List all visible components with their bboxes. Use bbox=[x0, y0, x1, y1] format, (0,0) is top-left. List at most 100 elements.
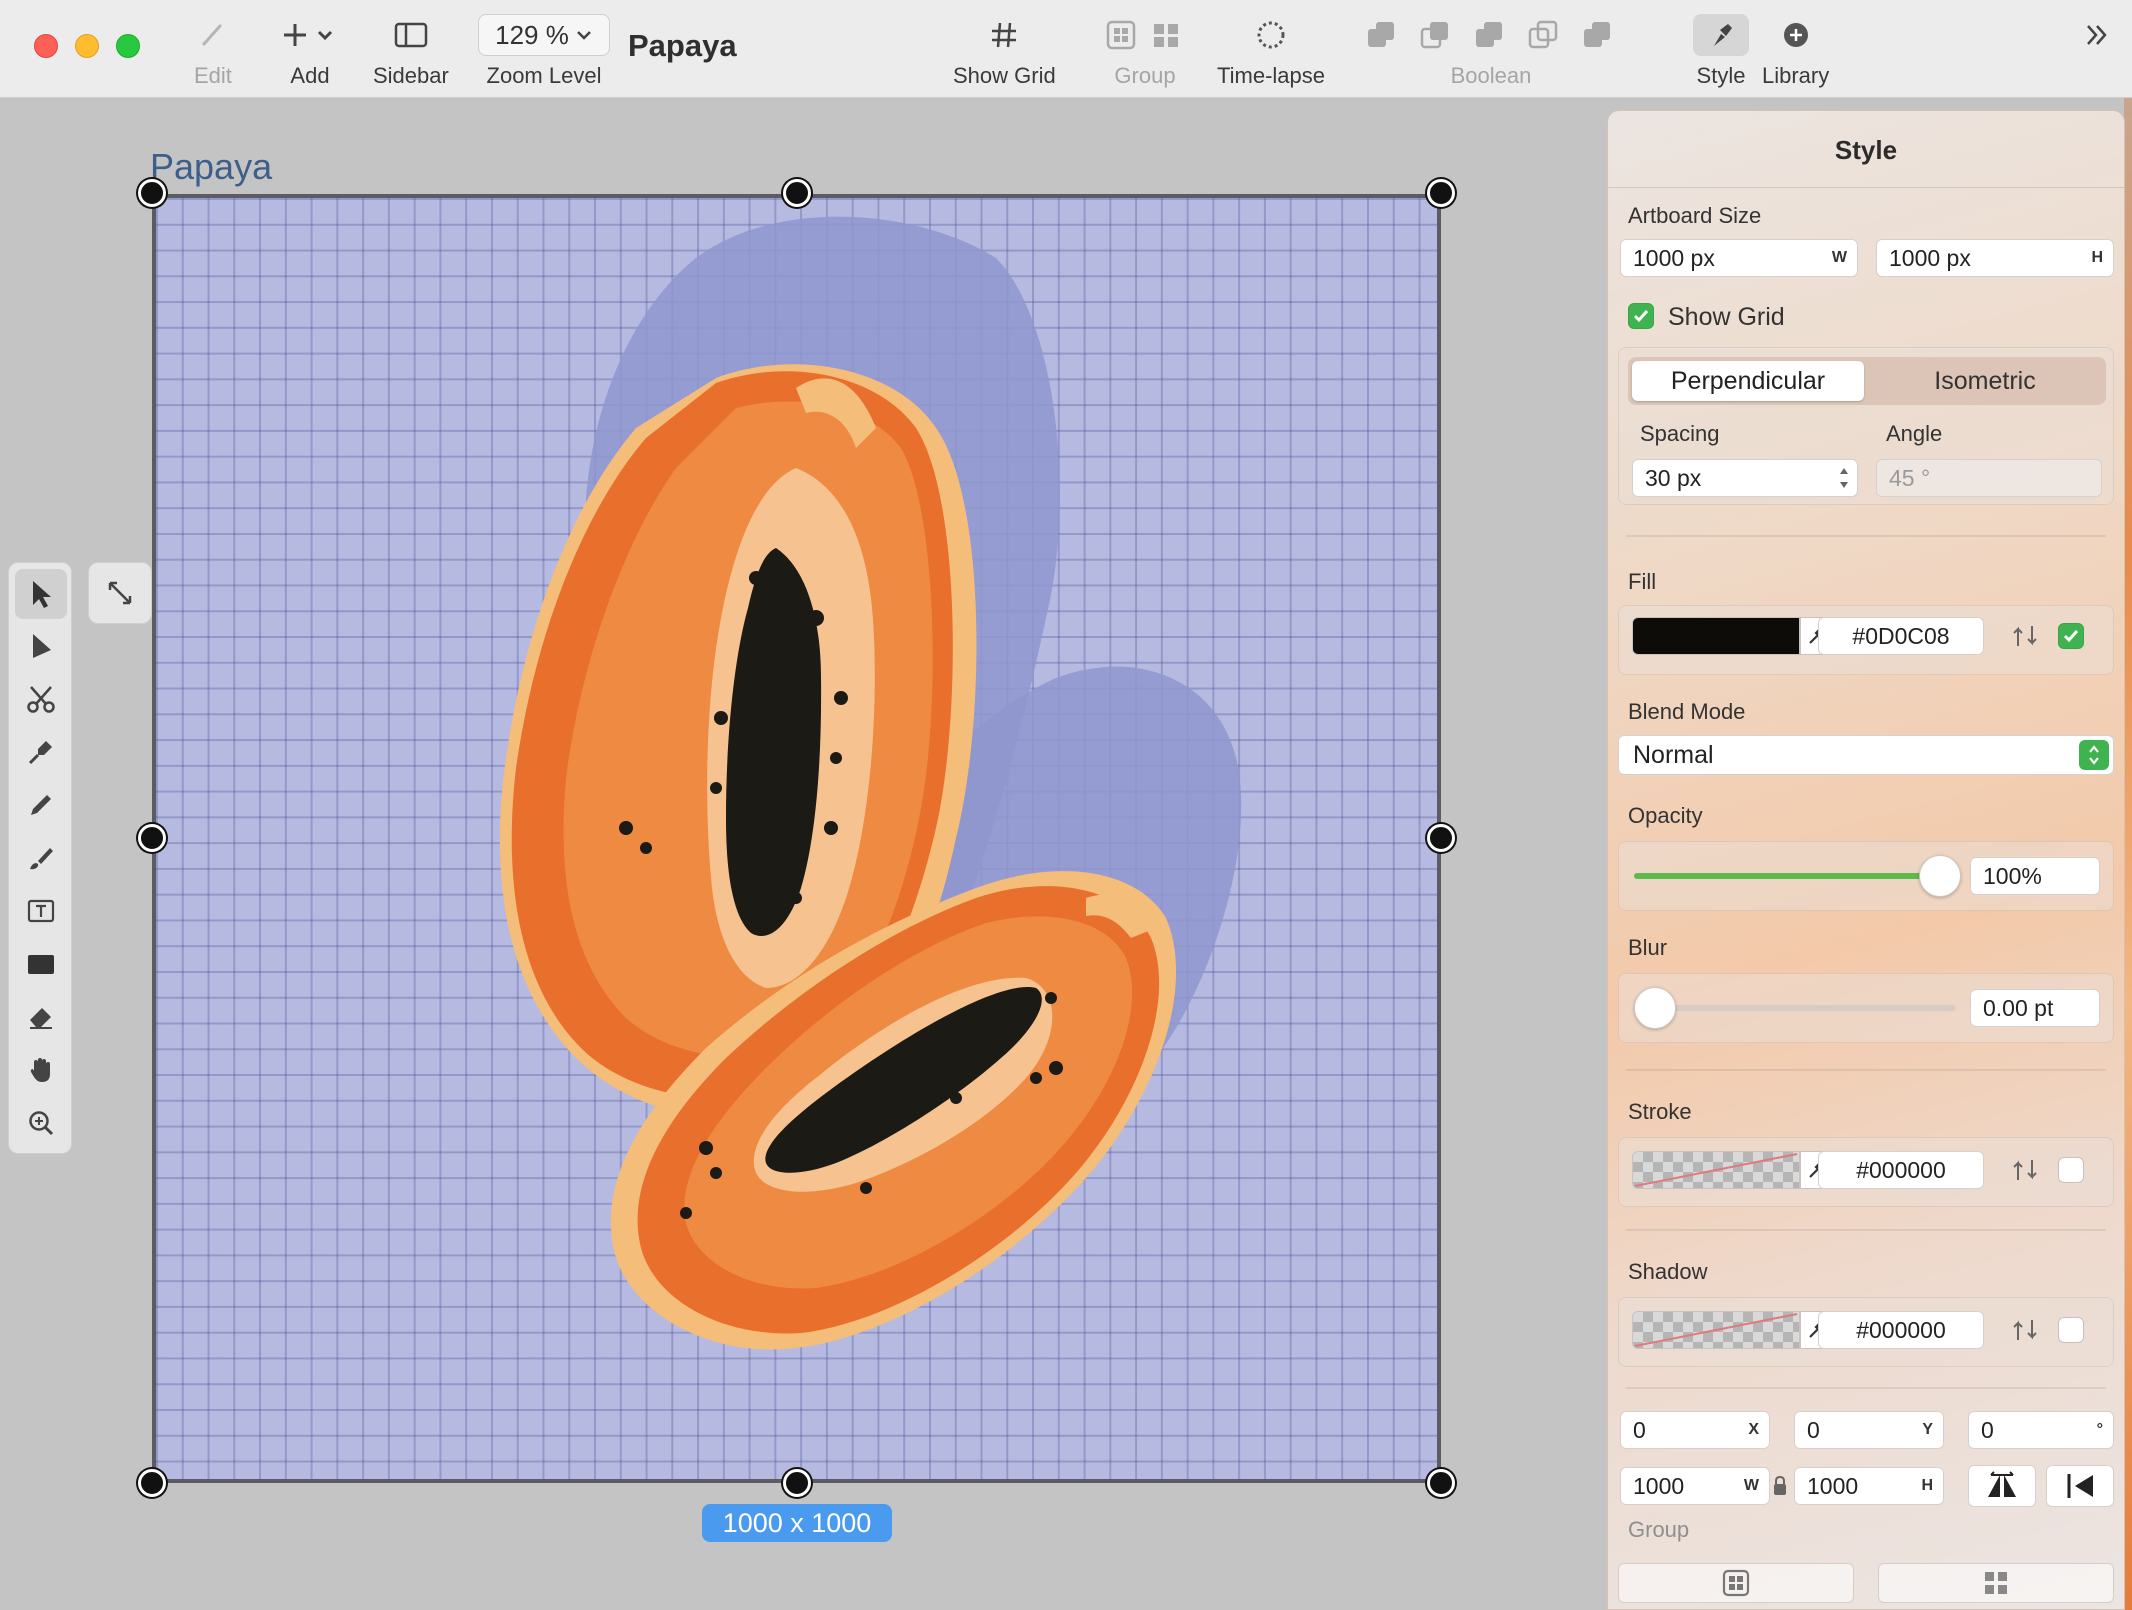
timelapse-icon bbox=[1255, 14, 1287, 56]
rectangle-tool[interactable] bbox=[9, 939, 73, 989]
eraser-icon bbox=[30, 1008, 52, 1029]
show-grid-checkbox[interactable] bbox=[1628, 303, 1654, 329]
resize-handle-right[interactable] bbox=[1427, 824, 1455, 852]
style-button[interactable]: Style bbox=[1693, 14, 1749, 89]
flip-horizontal-button[interactable] bbox=[1968, 1465, 2036, 1507]
artboard[interactable] bbox=[152, 194, 1441, 1483]
lock-icon[interactable] bbox=[1772, 1475, 1788, 1497]
swap-colors-icon[interactable] bbox=[2010, 621, 2040, 651]
isometric-option[interactable]: Isometric bbox=[1868, 361, 2102, 401]
blend-mode-select[interactable]: Normal bbox=[1618, 735, 2114, 775]
select-tool[interactable] bbox=[15, 569, 67, 619]
checkmark-icon bbox=[2063, 630, 2079, 643]
rotation-field[interactable]: 0 ° bbox=[1968, 1411, 2114, 1449]
zoom-level-control[interactable]: 129 % Zoom Level bbox=[478, 14, 610, 89]
fill-color-swatch[interactable] bbox=[1632, 617, 1800, 655]
position-x-field[interactable]: 0 X bbox=[1620, 1411, 1770, 1449]
plus-circle-icon bbox=[1781, 14, 1811, 56]
stepper-arrows-icon[interactable] bbox=[1837, 463, 1851, 493]
group-button[interactable]: Group bbox=[1106, 14, 1184, 89]
edit-button[interactable]: Edit bbox=[194, 14, 232, 89]
fill-label: Fill bbox=[1628, 569, 1657, 594]
pencil-tool[interactable] bbox=[9, 780, 73, 830]
resize-handle-bottom[interactable] bbox=[783, 1469, 811, 1497]
shadow-enabled-checkbox[interactable] bbox=[2058, 1317, 2084, 1343]
overflow-chevron-icon[interactable] bbox=[2082, 20, 2112, 55]
artboard-name-label[interactable]: Papaya bbox=[150, 146, 272, 188]
swap-colors-icon[interactable] bbox=[2010, 1155, 2040, 1185]
blur-slider-track[interactable] bbox=[1634, 1005, 1956, 1011]
swap-colors-icon[interactable] bbox=[2010, 1315, 2040, 1345]
sidebar-icon bbox=[394, 14, 428, 56]
hand-icon bbox=[30, 1058, 50, 1082]
text-icon bbox=[27, 899, 55, 923]
resize-handle-bottom-right[interactable] bbox=[1427, 1469, 1455, 1497]
eraser-tool[interactable] bbox=[9, 992, 73, 1042]
position-y-field[interactable]: 0 Y bbox=[1794, 1411, 1944, 1449]
resize-handle-top-left[interactable] bbox=[138, 179, 166, 207]
resize-handle-left[interactable] bbox=[138, 824, 166, 852]
hand-tool[interactable] bbox=[9, 1045, 73, 1095]
blur-value-field[interactable]: 0.00 pt bbox=[1970, 989, 2100, 1027]
flip-horizontal-icon bbox=[1988, 1471, 2016, 1497]
grid-type-segmented-control: Perpendicular Isometric bbox=[1628, 357, 2106, 405]
opacity-value-field[interactable]: 100% bbox=[1970, 857, 2100, 895]
text-tool[interactable] bbox=[9, 886, 73, 936]
boolean-ops-icon bbox=[1366, 14, 1616, 56]
shadow-color-swatch[interactable] bbox=[1632, 1311, 1800, 1349]
grid-angle-field: 45 ° bbox=[1876, 459, 2102, 497]
flip-vertical-button[interactable] bbox=[2046, 1465, 2114, 1507]
opacity-slider-track[interactable] bbox=[1634, 873, 1942, 879]
expand-canvas-button[interactable] bbox=[88, 562, 152, 624]
resize-handle-top-right[interactable] bbox=[1427, 179, 1455, 207]
opacity-label: Opacity bbox=[1628, 803, 1703, 828]
fullscreen-window-button[interactable] bbox=[116, 34, 140, 58]
show-grid-label: Show Grid bbox=[1668, 303, 1785, 331]
stroke-enabled-checkbox[interactable] bbox=[2058, 1157, 2084, 1183]
minimize-window-button[interactable] bbox=[75, 34, 99, 58]
group-objects-button[interactable] bbox=[1618, 1563, 1854, 1603]
artboard-width-field[interactable]: 1000 px W bbox=[1620, 239, 1858, 277]
stroke-label: Stroke bbox=[1628, 1099, 1692, 1124]
resize-handle-top[interactable] bbox=[783, 179, 811, 207]
zoom-tool[interactable] bbox=[9, 1098, 73, 1148]
timelapse-button[interactable]: Time-lapse bbox=[1217, 14, 1325, 89]
artboard-size-badge: 1000 x 1000 bbox=[702, 1504, 892, 1542]
style-panel: Style Artboard Size 1000 px W 1000 px H … bbox=[1607, 110, 2125, 1610]
pencil-icon bbox=[31, 795, 51, 815]
artboard-height-field[interactable]: 1000 px H bbox=[1876, 239, 2114, 277]
add-button[interactable]: Add bbox=[283, 14, 337, 89]
resize-handle-bottom-left[interactable] bbox=[138, 1469, 166, 1497]
size-width-field[interactable]: 1000 W bbox=[1620, 1467, 1770, 1505]
zoom-level-dropdown[interactable]: 129 % bbox=[478, 14, 610, 56]
library-button[interactable]: Library bbox=[1762, 14, 1829, 89]
fill-enabled-checkbox[interactable] bbox=[2058, 623, 2084, 649]
stroke-hex-field[interactable]: #000000 bbox=[1818, 1151, 1984, 1189]
blur-slider-knob[interactable] bbox=[1634, 987, 1676, 1029]
show-grid-button[interactable]: Show Grid bbox=[953, 14, 1056, 89]
close-window-button[interactable] bbox=[34, 34, 58, 58]
toolbar: Edit Add Sidebar 129 % Zoom Level Papaya… bbox=[0, 0, 2132, 98]
background-window-edge bbox=[2124, 98, 2132, 1610]
stroke-color-swatch[interactable] bbox=[1632, 1151, 1800, 1189]
pen-tool[interactable] bbox=[9, 727, 73, 777]
perpendicular-option[interactable]: Perpendicular bbox=[1632, 361, 1864, 401]
size-height-field[interactable]: 1000 H bbox=[1794, 1467, 1944, 1505]
chevron-down-icon bbox=[576, 31, 591, 40]
sidebar-button[interactable]: Sidebar bbox=[373, 14, 449, 89]
select-stepper-icon bbox=[2079, 740, 2109, 770]
shadow-hex-field[interactable]: #000000 bbox=[1818, 1311, 1984, 1349]
group-icon bbox=[1106, 14, 1184, 56]
boolean-group[interactable]: Boolean bbox=[1366, 14, 1616, 89]
opacity-slider-knob[interactable] bbox=[1919, 855, 1961, 897]
papaya-illustration bbox=[499, 216, 1242, 1350]
fill-hex-field[interactable]: #0D0C08 bbox=[1818, 617, 1984, 655]
brush-tool[interactable] bbox=[9, 833, 73, 883]
zoom-icon bbox=[29, 1111, 54, 1136]
grid-spacing-field[interactable]: 30 px bbox=[1632, 459, 1858, 497]
direct-select-tool[interactable] bbox=[9, 621, 73, 671]
panel-title: Style bbox=[1834, 135, 1898, 165]
ungroup-objects-button[interactable] bbox=[1878, 1563, 2114, 1603]
scissors-tool[interactable] bbox=[9, 674, 73, 724]
select-arrow-icon bbox=[33, 581, 51, 608]
